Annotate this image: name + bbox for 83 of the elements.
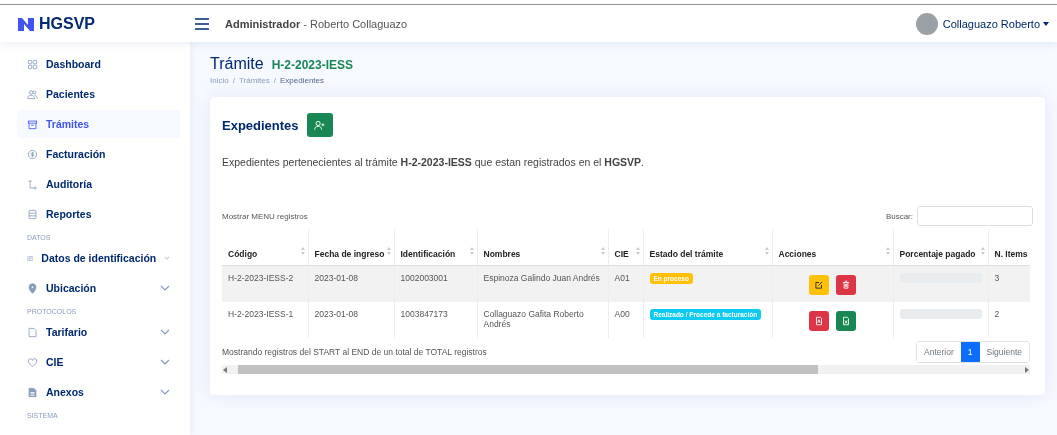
description-text: Expedientes pertenecientes al trámite H-2-2023-IESS que estan registrados en el HGSVP.: [222, 156, 645, 168]
sidebar-item[interactable]: Pacientes: [17, 80, 180, 108]
table-cell: 2023-01-08: [308, 302, 394, 338]
table-cell: H-2-2023-IESS-1: [222, 302, 308, 338]
column-header[interactable]: Identificación: [394, 229, 477, 266]
caret-icon: [1043, 21, 1049, 26]
table-cell: 1002003001: [394, 265, 477, 302]
breadcrumb-separator: /: [232, 76, 235, 85]
map-pin-icon: [27, 282, 38, 294]
sort-icon: [386, 247, 391, 255]
sidebar-item[interactable]: Facturación: [17, 140, 180, 168]
table-cell: H-2-2023-IESS-2: [222, 265, 308, 302]
excel-button[interactable]: [836, 311, 856, 331]
delete-button[interactable]: [836, 275, 856, 295]
spreadsheet-icon: [841, 316, 851, 326]
sidebar-item[interactable]: Tarifario: [17, 318, 180, 346]
grid-icon: [27, 58, 38, 70]
logo-icon: [17, 15, 35, 32]
search-label: Buscar:: [885, 211, 913, 221]
sidebar-item[interactable]: Ubicación: [17, 274, 180, 302]
sort-icon: [469, 247, 474, 255]
flow-icon: [27, 178, 38, 190]
column-header[interactable]: Código: [222, 229, 308, 266]
table-cell: Collaguazo Gafita Roberto Andrés: [477, 302, 608, 338]
column-header[interactable]: Acciones: [772, 229, 893, 266]
horizontal-scrollbar[interactable]: [222, 365, 1030, 374]
breadcrumb-separator: /: [273, 76, 276, 85]
chevron-icon: [160, 357, 170, 367]
sidebar-item[interactable]: Anexos: [17, 378, 180, 406]
brand-name: HGSVP: [39, 14, 95, 33]
sidebar-item[interactable]: Trámites: [17, 110, 180, 138]
table-cell: 1003847173: [394, 302, 477, 338]
column-header[interactable]: Nombres: [477, 229, 608, 266]
card-title: Expedientes: [222, 117, 299, 133]
pdf-button[interactable]: [809, 311, 829, 331]
sort-icon: [635, 247, 640, 255]
table-cell: 2: [988, 302, 1030, 338]
sidebar-item[interactable]: Dashboard: [17, 50, 180, 78]
add-user-icon: [314, 119, 326, 131]
page-length-label: Mostrar MENU registros: [222, 211, 308, 221]
column-header[interactable]: CIE: [608, 229, 643, 266]
pdf-file-icon: [814, 316, 824, 326]
table-cell: Espinoza Galindo Juan Andrés: [477, 265, 608, 302]
sort-icon: [300, 247, 305, 255]
column-header[interactable]: Porcentaje pagado: [893, 229, 988, 266]
scroll-right-icon[interactable]: [1024, 366, 1030, 373]
chevron-icon: [160, 327, 170, 337]
chevron-icon: [160, 283, 170, 293]
sort-icon: [600, 247, 605, 255]
sort-icon: [885, 247, 890, 255]
sort-icon: [764, 247, 769, 255]
page-title: Trámite: [210, 55, 264, 73]
scroll-left-icon[interactable]: [222, 366, 228, 373]
chevron-icon: [160, 387, 170, 397]
heart-icon: [27, 356, 38, 368]
sidebar-item[interactable]: CIE: [17, 348, 180, 376]
list-icon: [27, 208, 38, 220]
column-header[interactable]: Estado del trámite: [643, 229, 772, 266]
search-field[interactable]: [917, 206, 1033, 226]
profile-menu[interactable]: Collaguazo Roberto: [942, 17, 1049, 30]
dollar-coin-icon: [27, 148, 38, 160]
archive-box-icon: [27, 118, 38, 130]
menu-icon[interactable]: [195, 17, 209, 30]
table-cell: 3: [988, 265, 1030, 302]
user-role-text: Administrador - Roberto Collaguazo: [225, 17, 408, 30]
sidebar-item[interactable]: Auditoría: [17, 170, 180, 198]
sidebar-item[interactable]: Datos de identificación: [17, 244, 180, 272]
table-cell: 2023-01-08: [308, 265, 394, 302]
document-icon: [27, 386, 38, 398]
trash-icon: [841, 280, 851, 290]
column-header[interactable]: N. Items: [988, 229, 1030, 266]
sidebar-item[interactable]: Reportes: [17, 200, 180, 228]
page-icon: [27, 326, 38, 338]
table-cell: A00: [608, 302, 643, 338]
edit-button[interactable]: [809, 275, 829, 295]
avatar[interactable]: [915, 12, 938, 35]
add-user-button[interactable]: [306, 113, 333, 137]
table-info-text: Mostrando registros del START al END de un total de TOTAL registros: [222, 347, 487, 357]
procedure-code: H-2-2023-IESS: [271, 58, 353, 72]
people-icon: [27, 88, 38, 100]
edit-icon: [814, 280, 824, 290]
column-header[interactable]: Fecha de ingreso: [308, 229, 394, 266]
sort-icon: [980, 247, 985, 255]
